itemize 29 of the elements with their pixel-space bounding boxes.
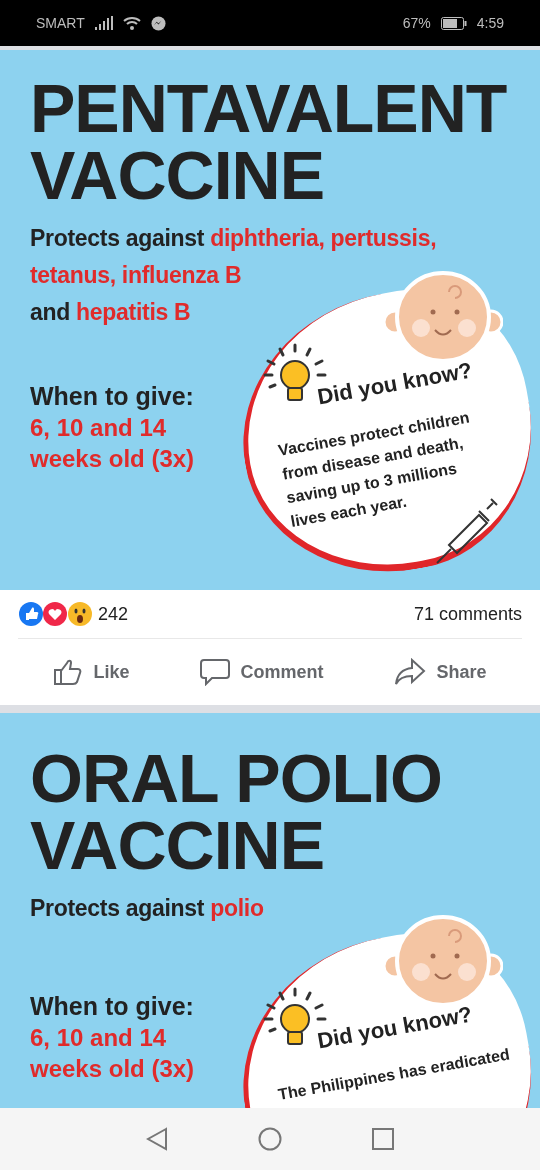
signal-icon [94, 16, 113, 30]
poster-schedule: 6, 10 and 14 weeks old (3x) [30, 413, 195, 475]
poster-schedule: 6, 10 and 14 weeks old (3x) [30, 1023, 195, 1085]
poster-title: ORAL POLIO VACCINE [30, 745, 442, 879]
home-icon[interactable] [258, 1127, 282, 1151]
battery-percent: 67% [402, 15, 431, 31]
syringe-icon [435, 495, 499, 565]
poster-description: Protects against polio [30, 894, 264, 924]
poster-subheading: When to give: [30, 991, 194, 1023]
back-icon[interactable] [146, 1127, 168, 1151]
recent-apps-icon[interactable] [372, 1128, 394, 1150]
share-button[interactable]: Share [384, 652, 497, 692]
comment-count[interactable]: 71 comments [413, 603, 522, 625]
like-button[interactable]: Like [43, 652, 140, 692]
poster-subheading: When to give: [30, 381, 194, 413]
thumbs-up-icon [53, 658, 84, 686]
clock: 4:59 [476, 15, 504, 31]
battery-icon [440, 16, 467, 30]
poster-title: PENTAVALENT VACCINE [30, 75, 507, 209]
poster-description: Protects against diphtheria, pertussis, tetanus, influenza B and hepatitis B [30, 224, 437, 328]
wifi-icon [122, 16, 141, 30]
comment-button[interactable]: Comment [190, 652, 334, 692]
reactions-icon [18, 601, 94, 627]
speech-bubble-icon [200, 658, 231, 686]
carrier-name: SMART [36, 15, 85, 31]
reaction-count[interactable]: 242 [98, 603, 129, 625]
bubble-heading: Did you know? [315, 1001, 474, 1054]
share-arrow-icon [394, 658, 427, 686]
messenger-icon [150, 15, 166, 31]
